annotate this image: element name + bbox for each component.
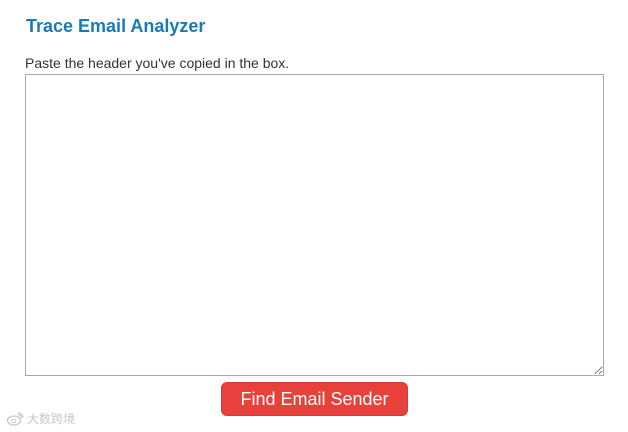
find-email-sender-button[interactable]: Find Email Sender	[221, 382, 408, 416]
weibo-icon	[6, 411, 24, 426]
email-header-textarea[interactable]	[25, 74, 604, 376]
watermark-text: 大数跨境	[27, 412, 76, 426]
email-analyzer-page: Trace Email Analyzer Paste the header yo…	[0, 0, 628, 432]
page-title: Trace Email Analyzer	[26, 16, 206, 36]
instruction-text: Paste the header you've copied in the bo…	[25, 55, 290, 71]
watermark: 大数跨境	[6, 410, 75, 427]
